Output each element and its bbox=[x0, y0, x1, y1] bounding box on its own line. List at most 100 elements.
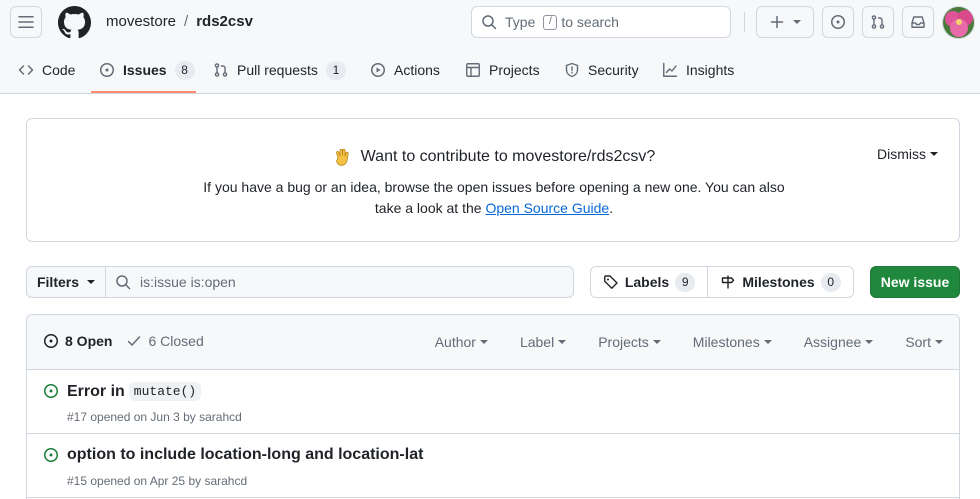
chevron-down-icon bbox=[558, 340, 567, 344]
chevron-down-icon bbox=[479, 340, 488, 344]
issue-meta: #15 opened on Apr 25 by sarahcd bbox=[67, 474, 248, 488]
dropdown-label: Projects bbox=[598, 334, 649, 350]
plus-icon bbox=[770, 15, 784, 29]
git-pull-request-icon bbox=[214, 63, 228, 77]
issue-search-input[interactable]: is:issue is:open bbox=[105, 266, 574, 298]
pull-requests-count-badge: 1 bbox=[325, 60, 346, 80]
banner-title-row: Want to contribute to movestore/rds2csv? bbox=[27, 147, 961, 167]
pull-requests-button[interactable] bbox=[862, 6, 894, 38]
search-icon bbox=[482, 15, 497, 30]
tag-icon bbox=[603, 275, 618, 289]
user-avatar[interactable] bbox=[942, 6, 975, 39]
tab-label: Actions bbox=[394, 62, 440, 78]
filters-button[interactable]: Filters bbox=[26, 266, 106, 298]
filter-bar: Filters is:issue is:open Labels 9 Milest… bbox=[26, 266, 960, 298]
tab-issues[interactable]: Issues 8 bbox=[91, 52, 203, 88]
chevron-down-icon bbox=[763, 340, 772, 344]
dropdown-label: Author bbox=[434, 334, 476, 350]
avatar-flower-icon bbox=[943, 7, 974, 38]
projects-filter-dropdown[interactable]: Projects bbox=[598, 334, 661, 350]
chevron-down-icon bbox=[87, 280, 95, 284]
issues-button[interactable] bbox=[822, 6, 854, 38]
issues-count-badge: 8 bbox=[174, 60, 195, 80]
dropdown-label: Assignee bbox=[803, 334, 862, 350]
chevron-down-icon bbox=[793, 20, 801, 24]
tab-code[interactable]: Code bbox=[10, 52, 83, 88]
chevron-down-icon bbox=[865, 340, 874, 344]
issue-search-query: is:issue is:open bbox=[140, 274, 236, 290]
tab-label: Projects bbox=[489, 62, 540, 78]
waving-hand-icon bbox=[335, 148, 349, 166]
filters-label: Filters bbox=[36, 274, 79, 290]
chevron-down-icon bbox=[652, 340, 661, 344]
open-source-guide-link[interactable]: Open Source Guide bbox=[485, 200, 609, 216]
milestones-label: Milestones bbox=[742, 274, 815, 290]
owner-link[interactable]: movestore bbox=[106, 13, 176, 30]
tab-pull-requests[interactable]: Pull requests 1 bbox=[205, 52, 354, 88]
label-filter-dropdown[interactable]: Label bbox=[519, 334, 567, 350]
tab-label: Issues bbox=[123, 62, 167, 78]
tab-label: Insights bbox=[686, 62, 735, 78]
issue-title-link[interactable]: Error in mutate() bbox=[67, 382, 202, 401]
milestones-filter-dropdown[interactable]: Milestones bbox=[693, 334, 772, 350]
repo-link[interactable]: rds2csv bbox=[196, 13, 253, 30]
global-search-input[interactable]: Type / to search bbox=[471, 6, 731, 38]
slash-key-hint: / bbox=[543, 14, 558, 30]
issue-opened-icon bbox=[44, 448, 58, 462]
closed-issues-toggle[interactable]: 6 Closed bbox=[126, 333, 204, 349]
milestones-count-badge: 0 bbox=[820, 272, 841, 292]
top-bar: movestore / rds2csv Type / to search bbox=[0, 0, 980, 46]
issue-opened-icon bbox=[44, 384, 58, 398]
assignee-filter-dropdown[interactable]: Assignee bbox=[804, 334, 874, 350]
dropdown-label: Sort bbox=[905, 334, 931, 350]
issue-title-link[interactable]: option to include location-long and loca… bbox=[67, 446, 423, 464]
tab-security[interactable]: Security bbox=[556, 52, 647, 88]
graph-icon bbox=[663, 62, 678, 77]
menu-button[interactable] bbox=[10, 6, 42, 38]
tab-actions[interactable]: Actions bbox=[362, 52, 448, 88]
new-issue-label: New issue bbox=[880, 274, 950, 290]
issue-meta: #17 opened on Jun 3 by sarahcd bbox=[67, 410, 242, 424]
chevron-down-icon bbox=[935, 340, 943, 344]
table-icon bbox=[466, 63, 480, 77]
inbox-icon bbox=[911, 16, 925, 28]
author-filter-dropdown[interactable]: Author bbox=[435, 334, 488, 350]
tab-label: Code bbox=[42, 62, 76, 78]
contribute-banner: Want to contribute to movestore/rds2csv?… bbox=[26, 118, 960, 242]
check-icon bbox=[128, 336, 141, 346]
issue-title-code: mutate() bbox=[128, 382, 202, 401]
issue-opened-icon bbox=[831, 15, 845, 29]
tab-insights[interactable]: Insights bbox=[654, 52, 742, 88]
issue-title-text: Error in bbox=[67, 382, 125, 400]
dismiss-button[interactable]: Dismiss bbox=[877, 146, 938, 162]
issue-opened-icon bbox=[100, 63, 114, 77]
search-icon bbox=[116, 275, 131, 290]
list-item: Error in mutate() #17 opened on Jun 3 by… bbox=[27, 370, 959, 434]
milestones-button[interactable]: Milestones 0 bbox=[707, 266, 854, 298]
issue-title-text: option to include location-long and loca… bbox=[67, 446, 424, 463]
create-new-button[interactable] bbox=[756, 6, 814, 38]
new-issue-button[interactable]: New issue bbox=[870, 266, 960, 298]
banner-text: If you have a bug or an idea, browse the… bbox=[197, 177, 791, 219]
tab-label: Security bbox=[588, 62, 639, 78]
dropdown-label: Milestones bbox=[692, 334, 760, 350]
header-divider bbox=[744, 12, 745, 32]
labels-count-badge: 9 bbox=[675, 272, 696, 292]
github-logo-icon[interactable] bbox=[58, 6, 91, 39]
banner-title: Want to contribute to movestore/rds2csv? bbox=[360, 148, 656, 165]
open-issues-toggle[interactable]: 8 Open bbox=[43, 333, 112, 349]
tab-projects[interactable]: Projects bbox=[457, 52, 548, 88]
search-placeholder-prefix: Type bbox=[505, 14, 536, 30]
state-toggles: 8 Open 6 Closed bbox=[43, 333, 204, 349]
sort-dropdown[interactable]: Sort bbox=[905, 334, 943, 350]
repo-header: movestore / rds2csv Type / to search Cod… bbox=[0, 0, 980, 94]
shield-icon bbox=[565, 62, 579, 78]
breadcrumb-separator: / bbox=[184, 13, 189, 30]
inbox-button[interactable] bbox=[902, 6, 934, 38]
closed-count-label: 6 Closed bbox=[148, 333, 204, 349]
list-filter-dropdowns: Author Label Projects Milestones Assigne… bbox=[435, 334, 943, 350]
issue-opened-icon bbox=[44, 334, 58, 348]
labels-label: Labels bbox=[624, 274, 670, 290]
dropdown-label: Label bbox=[519, 334, 555, 350]
labels-button[interactable]: Labels 9 bbox=[590, 266, 708, 298]
